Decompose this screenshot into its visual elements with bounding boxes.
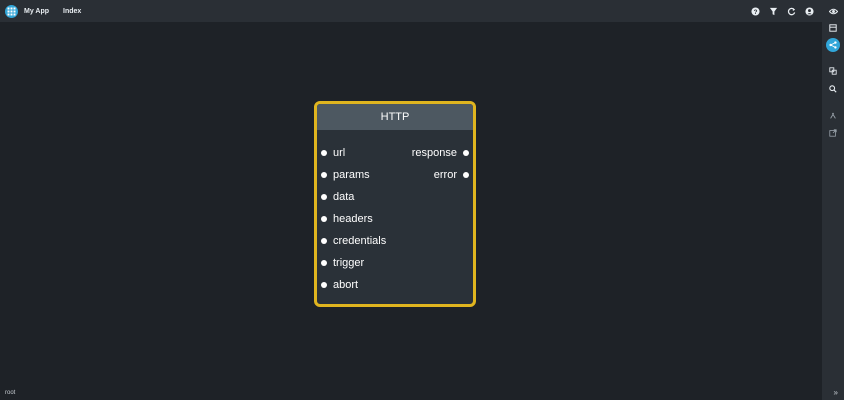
app-grid-icon[interactable] bbox=[5, 4, 18, 18]
port-label: response bbox=[411, 147, 457, 159]
expand-panel-button[interactable]: » bbox=[834, 388, 838, 397]
port-label: abort bbox=[333, 279, 359, 291]
right-sidebar: » bbox=[822, 0, 844, 400]
port-dot[interactable] bbox=[321, 282, 327, 288]
port-dot[interactable] bbox=[321, 260, 327, 266]
port-dot[interactable] bbox=[321, 172, 327, 178]
help-icon[interactable]: ? bbox=[750, 6, 760, 16]
port-label: error bbox=[433, 169, 457, 181]
input-port-abort[interactable]: abort bbox=[321, 279, 358, 291]
refresh-icon[interactable] bbox=[786, 6, 796, 16]
port-label: params bbox=[333, 169, 370, 181]
output-port-error[interactable]: error bbox=[434, 169, 469, 181]
eye-icon[interactable] bbox=[826, 4, 840, 18]
filter-icon[interactable] bbox=[768, 6, 778, 16]
port-dot[interactable] bbox=[321, 216, 327, 222]
app-title[interactable]: My App bbox=[24, 8, 49, 15]
port-dot[interactable] bbox=[463, 172, 469, 178]
input-port-credentials[interactable]: credentials bbox=[321, 235, 386, 247]
http-node[interactable]: HTTP url params data headers credentials… bbox=[314, 101, 476, 307]
port-dot[interactable] bbox=[321, 150, 327, 156]
port-label: credentials bbox=[333, 235, 387, 247]
debug-icon[interactable] bbox=[826, 109, 840, 123]
port-dot[interactable] bbox=[463, 150, 469, 156]
node-title: HTTP bbox=[317, 104, 473, 130]
port-label: data bbox=[333, 191, 355, 203]
port-dot[interactable] bbox=[321, 238, 327, 244]
port-dot[interactable] bbox=[321, 194, 327, 200]
input-port-data[interactable]: data bbox=[321, 191, 354, 203]
share-icon[interactable] bbox=[826, 38, 840, 52]
open-external-icon[interactable] bbox=[826, 126, 840, 140]
input-port-trigger[interactable]: trigger bbox=[321, 257, 364, 269]
top-bar: My App Index ? bbox=[0, 0, 822, 22]
port-label: trigger bbox=[333, 257, 365, 269]
account-icon[interactable] bbox=[804, 6, 814, 16]
breadcrumb-root[interactable]: root bbox=[5, 390, 15, 396]
output-port-response[interactable]: response bbox=[412, 147, 469, 159]
port-label: url bbox=[333, 147, 346, 159]
panel-icon[interactable] bbox=[826, 21, 840, 35]
svg-text:?: ? bbox=[753, 8, 757, 15]
components-icon[interactable] bbox=[826, 64, 840, 78]
input-port-headers[interactable]: headers bbox=[321, 213, 373, 225]
search-icon[interactable] bbox=[826, 82, 840, 96]
toolbar-actions: ? bbox=[750, 0, 814, 22]
input-port-url[interactable]: url bbox=[321, 147, 345, 159]
port-label: headers bbox=[333, 213, 373, 225]
input-port-params[interactable]: params bbox=[321, 169, 370, 181]
index-breadcrumb[interactable]: Index bbox=[63, 8, 81, 15]
